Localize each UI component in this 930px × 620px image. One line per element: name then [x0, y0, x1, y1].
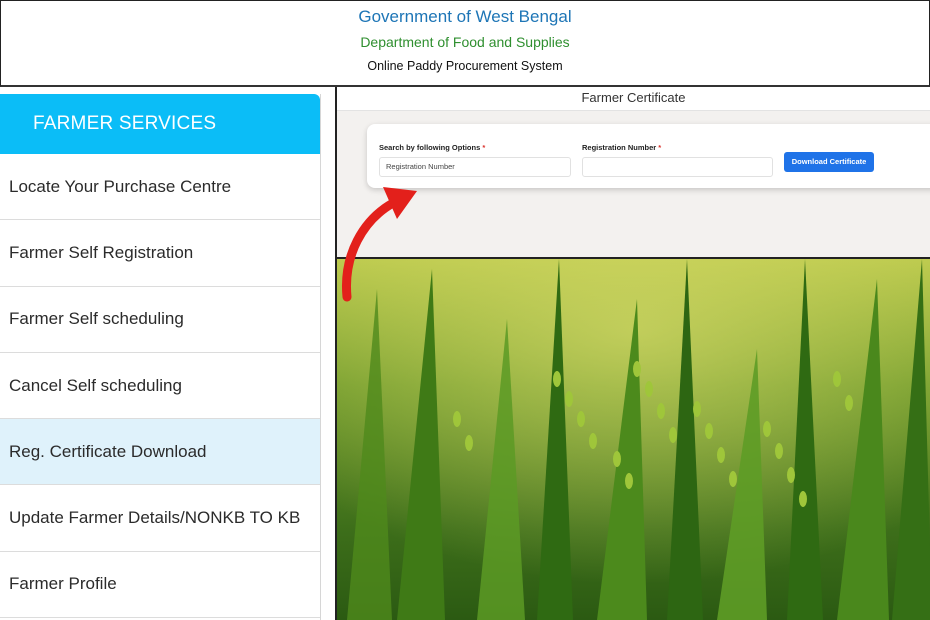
required-mark: * [482, 143, 486, 152]
sidebar-item-label: Farmer Self scheduling [9, 309, 184, 329]
sidebar-title: FARMER SERVICES [0, 94, 320, 154]
site-header: Government of West Bengal Department of … [0, 0, 930, 87]
farmer-services-sidebar: FARMER SERVICES Locate Your Purchase Cen… [0, 94, 321, 620]
sidebar-item-label: Cancel Self scheduling [9, 375, 182, 395]
registration-number-label: Registration Number * [582, 143, 661, 152]
panel-title: Farmer Certificate [581, 90, 686, 105]
sidebar-item-farmer-self-registration[interactable]: Farmer Self Registration [0, 220, 320, 287]
farmer-certificate-panel: Farmer Certificate Search by following O… [335, 87, 930, 259]
download-certificate-button[interactable]: Download Certificate [784, 152, 874, 172]
sidebar-item-cancel-self-scheduling[interactable]: Cancel Self scheduling [0, 352, 320, 420]
sidebar-item-label: Farmer Self Registration [9, 242, 194, 262]
paddy-field-photo [335, 259, 930, 620]
sidebar-item-locate-purchase-centre[interactable]: Locate Your Purchase Centre [0, 154, 320, 221]
registration-number-input[interactable] [582, 157, 773, 177]
search-options-label: Search by following Options * [379, 143, 485, 152]
panel-top-bar: Farmer Certificate [337, 87, 930, 111]
sidebar-item-label: Update Farmer Details/NONKB TO KB [9, 508, 301, 528]
sidebar-item-label: Farmer Profile [9, 574, 117, 594]
sidebar-item-farmer-profile[interactable]: Farmer Profile [0, 551, 320, 619]
sidebar-item-label: Reg. Certificate Download [9, 441, 207, 461]
sidebar-item-update-farmer-details[interactable]: Update Farmer Details/NONKB TO KB [0, 485, 320, 552]
department-title: Department of Food and Supplies [360, 34, 570, 50]
registration-number-label-text: Registration Number [582, 143, 657, 152]
government-title: Government of West Bengal [358, 7, 572, 26]
required-mark: * [658, 143, 662, 152]
certificate-search-card: Search by following Options * Registrati… [367, 124, 930, 188]
search-option-select[interactable]: Registration Number [379, 157, 571, 177]
search-options-label-text: Search by following Options [379, 143, 481, 152]
sidebar-item-farmer-self-scheduling[interactable]: Farmer Self scheduling [0, 286, 320, 353]
system-title: Online Paddy Procurement System [367, 59, 563, 73]
sidebar-item-label: Locate Your Purchase Centre [9, 176, 232, 196]
sidebar-item-reg-certificate-download[interactable]: Reg. Certificate Download [0, 419, 320, 486]
paddy-illustration [337, 259, 930, 620]
